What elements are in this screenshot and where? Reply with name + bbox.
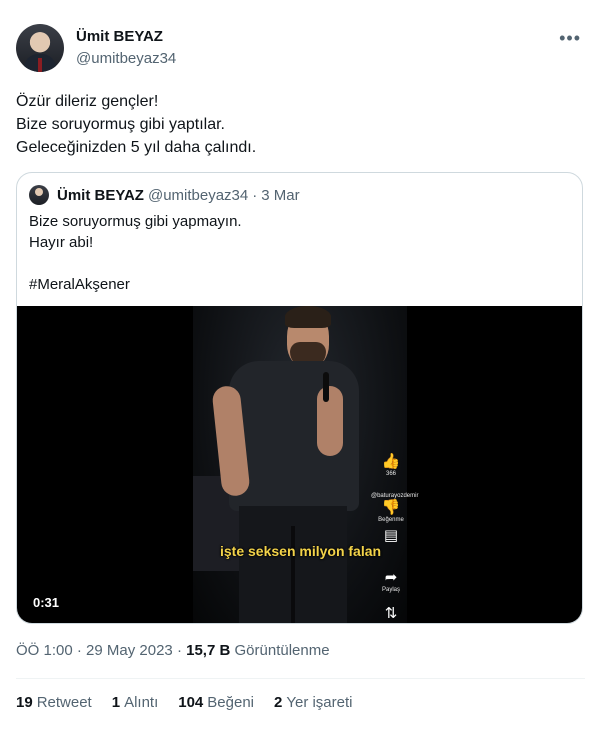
quoted-author-avatar[interactable] (29, 185, 49, 205)
tweet-time[interactable]: ÖÖ 1:00 (16, 642, 73, 659)
quoted-line: Bize soruyormuş gibi yapmayın. (29, 213, 242, 230)
video-dislike-label: Beğenme (378, 517, 404, 523)
author-handle[interactable]: @umitbeyaz34 (76, 50, 176, 67)
quoted-author-name[interactable]: Ümit BEYAZ (57, 187, 144, 204)
video-share-label: Paylaş (381, 587, 400, 593)
quoted-tweet-date[interactable]: 3 Mar (261, 187, 299, 204)
video-like-icon: 👍 366 (371, 454, 411, 478)
separator-dot: · (252, 186, 258, 204)
likes-stat[interactable]: 104 Beğeni (178, 694, 254, 711)
quotes-stat[interactable]: 1 Alıntı (112, 694, 159, 711)
divider (16, 678, 585, 679)
more-options-icon[interactable]: ••• (559, 28, 581, 49)
video-caption: işte seksen milyon falan (220, 543, 382, 559)
views-label: Görüntülenme (234, 642, 330, 659)
author-avatar[interactable] (16, 24, 64, 72)
views-count: 15,7 B (186, 642, 231, 659)
video-remix-icon: ⇅ (384, 605, 398, 622)
tweet-header: Ümit BEYAZ @umitbeyaz34 ••• (16, 24, 585, 74)
tweet-line: Özür dileriz gençler! (16, 93, 159, 110)
tweet-meta: ÖÖ 1:00 · 29 May 2023 · 15,7 B Görüntüle… (16, 642, 330, 659)
video-like-count: 366 (385, 471, 396, 477)
quoted-tweet[interactable]: Ümit BEYAZ @umitbeyaz34 · 3 Mar Bize sor… (16, 172, 583, 624)
quoted-author-handle[interactable]: @umitbeyaz34 (148, 187, 248, 204)
quoted-tweet-text: Bize soruyormuş gibi yapmayın. Hayır abi… (29, 211, 242, 295)
tweet-line: Geleceğinizden 5 yıl daha çalındı. (16, 139, 257, 156)
video-player[interactable]: 👍 366 @baturayozdemir 👎 Beğenme ▤ ➦ Payl… (17, 306, 582, 623)
video-dislike-icon: @baturayozdemir 👎 Beğenme (371, 493, 419, 523)
bookmarks-stat[interactable]: 2 Yer işareti (274, 694, 353, 711)
tweet-line: Bize soruyormuş gibi yaptılar. (16, 116, 225, 133)
retweets-stat[interactable]: 19 Retweet (16, 694, 92, 711)
quoted-line (29, 253, 242, 274)
quoted-line: Hayır abi! (29, 234, 94, 251)
hashtag-link[interactable]: #MeralAkşener (29, 274, 242, 295)
tweet-text: Özür dileriz gençler! Bize soruyormuş gi… (16, 90, 256, 159)
tweet-stats: 19 Retweet 1 Alıntı 104 Beğeni 2 Yer işareti (16, 694, 353, 711)
author-name[interactable]: Ümit BEYAZ (76, 28, 163, 45)
video-comment-icon: ▤ (383, 527, 399, 544)
tweet-date[interactable]: 29 May 2023 (86, 642, 173, 659)
video-share-icon: ➦ Paylaş (371, 570, 411, 594)
quoted-tweet-header: Ümit BEYAZ @umitbeyaz34 · 3 Mar (29, 185, 300, 205)
video-duration: 0:31 (33, 595, 60, 610)
